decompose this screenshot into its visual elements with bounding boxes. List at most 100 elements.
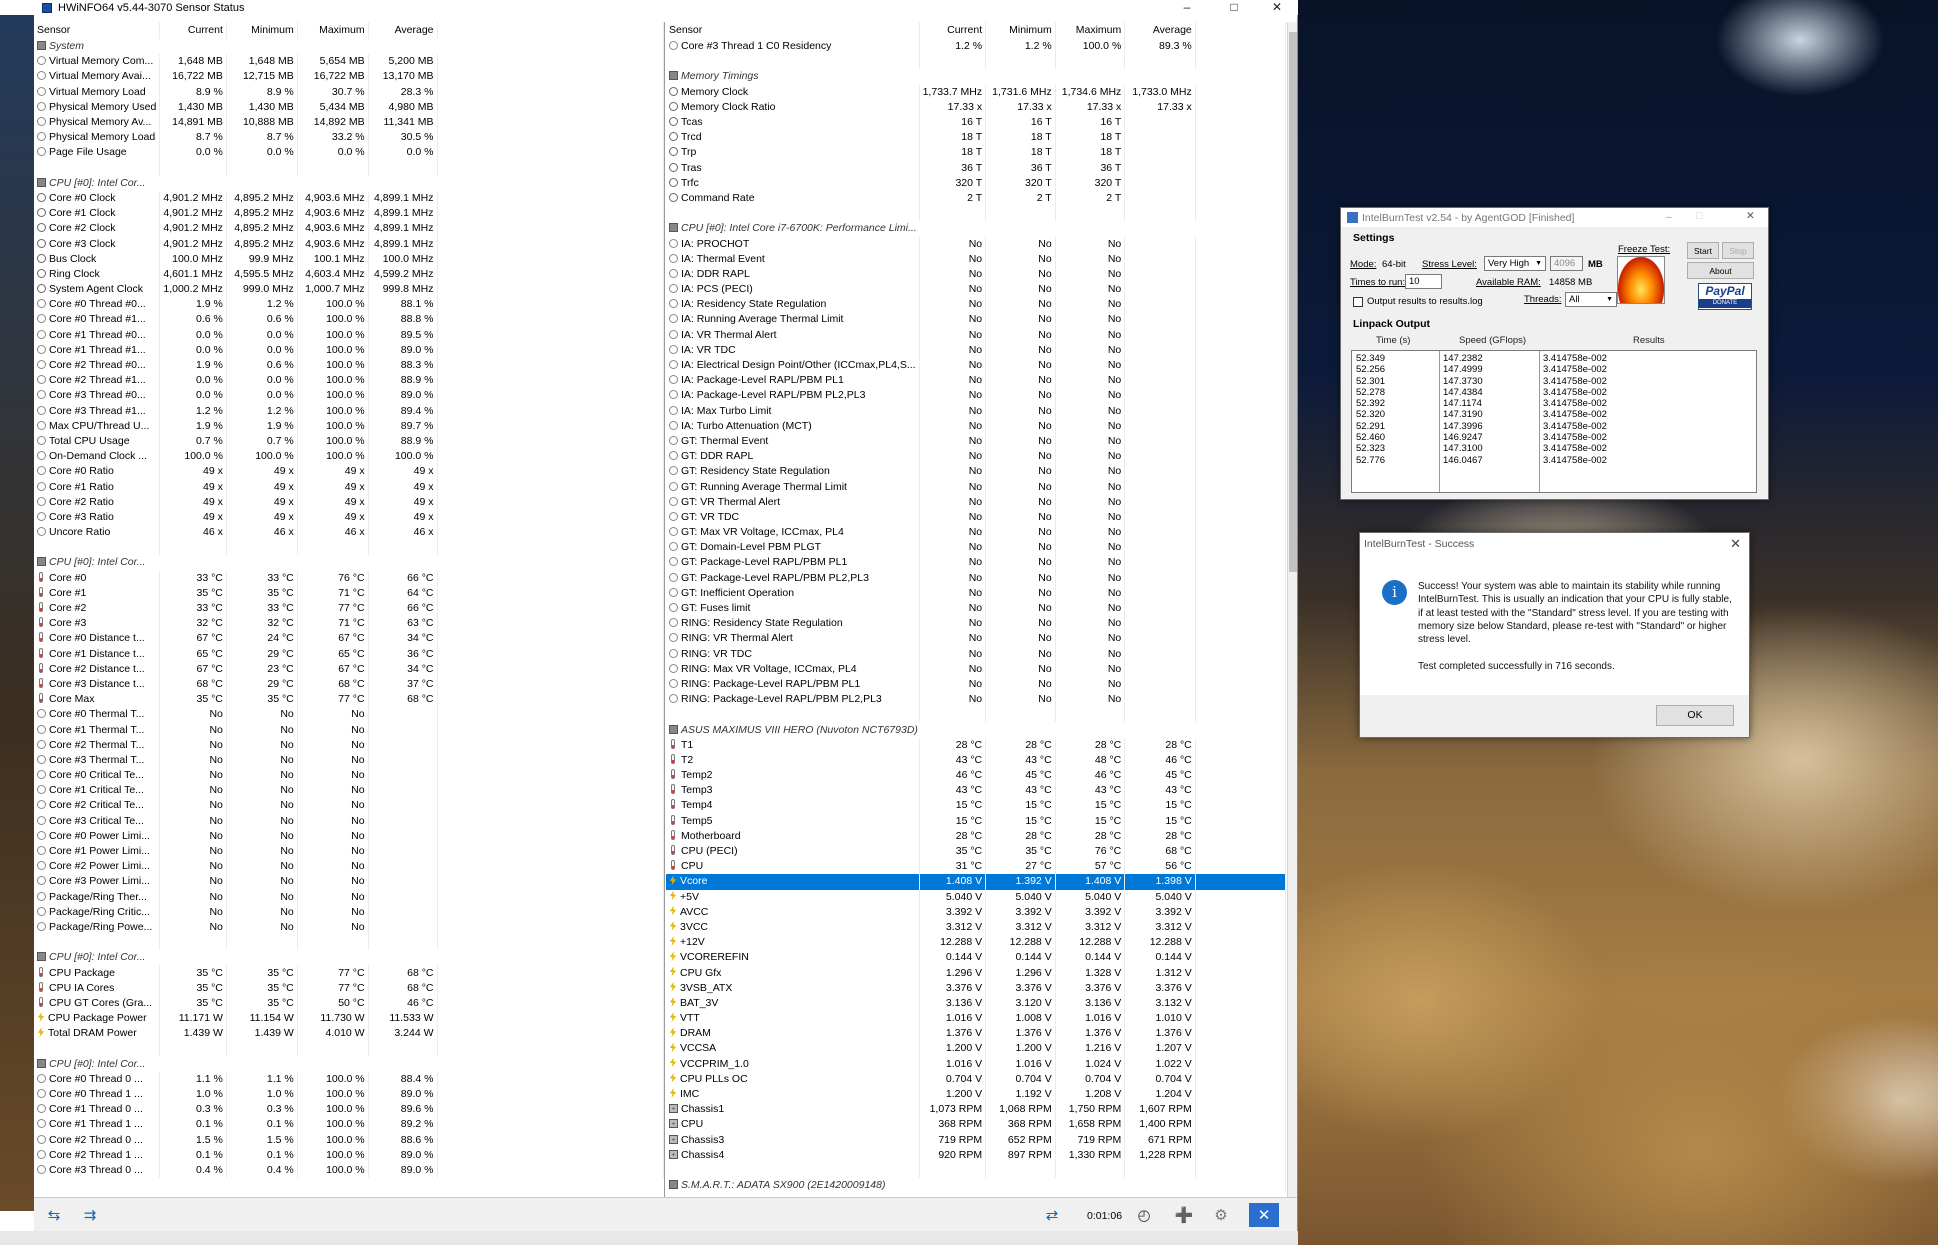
sensor-group-header[interactable]: S.M.A.R.T.: ADATA SX900 (2E1420009148) [666,1178,1286,1194]
sensor-row[interactable]: Temp5 15 °C 15 °C 15 °C 15 °C [666,813,1286,829]
sensor-row[interactable]: Chassis4 920 RPM 897 RPM 1,330 RPM 1,228 RPM [666,1147,1286,1163]
sensor-row[interactable]: Core #2 Thread #0... 1.9 % 0.6 % 100.0 % 88.… [34,357,664,374]
sensor-row[interactable]: Core #1 Distance t... 65 °C 29 °C 65 °C 36 °… [34,646,664,662]
sensor-row[interactable]: Core #0 Ratio 49 x 49 x 49 x 49 x [34,464,664,480]
sensor-row[interactable]: Bus Clock 100.0 MHz 99.9 MHz 100.1 MHz 100.0… [34,251,664,267]
sensor-row[interactable]: Core #3 32 °C 32 °C 71 °C 63 °C [34,616,664,632]
sensor-row[interactable]: IA: Package-Level RAPL/PBM PL2,PL3 No No No [666,388,1286,404]
col-minimum[interactable]: Minimum [226,22,298,39]
col-current[interactable]: Current [159,22,227,39]
sensor-row[interactable]: Core #2 Thermal T... No No No [34,737,664,753]
sensor-row[interactable]: IA: PCS (PECI) No No No [666,282,1286,298]
sensor-row[interactable]: CPU IA Cores 35 °C 35 °C 77 °C 68 °C [34,980,664,996]
sensor-row[interactable]: Ring Clock 4,601.1 MHz 4,595.5 MHz 4,603.4 … [34,266,664,282]
arrows-left-icon[interactable]: ⇆ [39,1203,69,1227]
sensor-row[interactable]: Core #1 Ratio 49 x 49 x 49 x 49 x [34,479,664,495]
sensor-group-header[interactable]: ASUS MAXIMUS VIII HERO (Nuvoton NCT6793D… [666,722,1286,738]
sensor-row[interactable]: Package/Ring Powe... No No No [34,919,664,936]
col-average[interactable]: Average [368,22,438,39]
sensor-row[interactable]: Core #1 Thread #0... 0.0 % 0.0 % 100.0 % 89.… [34,327,664,343]
sensor-row[interactable]: Command Rate 2 T2 T2 T [666,190,1286,207]
sensor-row[interactable]: IA: Max Turbo Limit No No No [666,403,1286,419]
sensor-pane-left[interactable]: Sensor Current Minimum Maximum Average S… [34,22,665,1197]
sensor-row[interactable]: CPU Package Power 11.171 W 11.154 W 11.730 … [34,1011,664,1027]
scroll-thumb[interactable] [1289,32,1297,572]
dialog-close-icon[interactable]: ✕ [1730,536,1741,552]
sensor-row[interactable]: CPU Package 35 °C 35 °C 77 °C 68 °C [34,965,664,981]
paypal-donate-button[interactable]: PayPal DONATE [1698,283,1752,310]
sensor-row[interactable]: Core #3 Thread #1... 1.2 % 1.2 % 100.0 % 89.… [34,403,664,419]
sensor-row[interactable]: GT: Inefficient Operation No No No [666,585,1286,601]
sensor-row[interactable]: T2 43 °C 43 °C 48 °C 46 °C [666,752,1286,768]
sensor-row[interactable]: RING: VR TDC No No No [666,646,1286,662]
sensor-row[interactable]: Core #2 Distance t... 67 °C 23 °C 67 °C 34 °… [34,661,664,677]
col-maximum[interactable]: Maximum [297,22,369,39]
sensor-row[interactable]: GT: VR TDC No No No [666,509,1286,525]
sensor-row[interactable]: GT: Residency State Regulation No No No [666,464,1286,480]
sensor-row[interactable]: Package/Ring Ther... No No No [34,889,664,905]
sensor-row[interactable]: Core #2 Clock 4,901.2 MHz 4,895.2 MHz 4,903… [34,221,664,237]
mb-input[interactable]: 4096 [1550,256,1583,271]
sensor-row[interactable]: Core #3 Distance t... 68 °C 29 °C 68 °C 37 °… [34,676,664,693]
sensor-row[interactable]: Core #2 Critical Te... No No No [34,798,664,814]
sensor-row[interactable]: RING: Package-Level RAPL/PBM PL2,PL3 No No… [666,692,1286,708]
sensor-row[interactable]: Tras 36 T 36 T 36 T [666,160,1286,176]
start-button[interactable]: Start [1687,242,1719,259]
output-checkbox[interactable] [1353,297,1363,307]
add-report-icon[interactable]: ➕ [1169,1203,1199,1227]
sensor-row[interactable]: Core #2 33 °C 33 °C 77 °C 66 °C [34,600,664,617]
sensor-row[interactable]: IA: Turbo Attenuation (MCT) No No No [666,418,1286,434]
sensor-row[interactable]: RING: Residency State Regulation No No No [666,616,1286,632]
sensor-row[interactable]: Core #2 Power Limi... No No No [34,859,664,875]
sensor-row[interactable]: Core #1 Power Limi... No No No [34,843,664,860]
sensor-row[interactable]: Core #0 Power Limi... No No No [34,828,664,844]
sensor-row[interactable]: BAT_3V 3.136 V 3.120 V 3.136 V 3.132 V [666,995,1286,1011]
sensor-row[interactable]: Core #3 Clock 4,901.2 MHz 4,895.2 MHz 4,903… [34,236,664,252]
col-current[interactable]: Current [919,22,987,39]
sensor-row[interactable]: GT: VR Thermal Alert No No No [666,494,1286,510]
sensor-row[interactable]: 3VSB_ATX 3.376 V 3.376 V 3.376 V 3.376 V [666,980,1286,996]
sensor-row[interactable]: Core #1 Clock 4,901.2 MHz 4,895.2 MHz 4,903… [34,206,664,222]
sensor-row[interactable]: Core #3 Critical Te... No No No [34,813,664,829]
sensor-row[interactable]: Max CPU/Thread U... 1.9 % 1.9 % 100.0 % 89.7… [34,418,664,434]
sensor-row[interactable]: Core #2 Thread 0 ... 1.5 % 1.5 % 100.0 % 88.… [34,1132,664,1148]
sensor-row[interactable]: Core #1 35 °C 35 °C 71 °C 64 °C [34,585,664,601]
sensor-row[interactable]: VCOREREFIN 0.144 V 0.144 V 0.144 V 0.144 V [666,950,1286,966]
ibt-minimize-icon[interactable]: – [1666,211,1672,223]
sensor-row[interactable]: GT: Thermal Event No No No [666,433,1286,450]
sensor-row[interactable]: AVCC 3.392 V 3.392 V 3.392 V 3.392 V [666,904,1286,920]
sensor-row[interactable]: Temp3 43 °C 43 °C 43 °C 43 °C [666,783,1286,799]
col-sensor[interactable]: Sensor [34,22,161,39]
sensor-row[interactable]: Core #3 Thread #0... 0.0 % 0.0 % 100.0 % 89.… [34,388,664,404]
sensor-row[interactable]: Core #3 Thermal T... No No No [34,752,664,768]
close-icon[interactable]: ✕ [1257,0,1297,15]
vertical-scrollbar[interactable] [1287,22,1297,1197]
sensor-row[interactable]: Core #2 Thread #1... 0.0 % 0.0 % 100.0 % 88.… [34,373,664,389]
sensor-row[interactable]: Core #0 Clock 4,901.2 MHz 4,895.2 MHz 4,903… [34,190,664,207]
sensor-row[interactable]: Core #0 Thread #0... 1.9 % 1.2 % 100.0 % 88.… [34,297,664,313]
close-sensors-icon[interactable]: ✕ [1249,1203,1279,1227]
sensor-row[interactable]: Temp4 15 °C 15 °C 15 °C 15 °C [666,798,1286,814]
sensor-row[interactable]: Core #0 Thread #1... 0.6 % 0.6 % 100.0 % 88.… [34,312,664,328]
sensor-row[interactable]: Core #0 Critical Te... No No No [34,768,664,784]
maximize-icon[interactable]: □ [1214,0,1254,15]
hwinfo-titlebar[interactable]: HWiNFO64 v5.44-3070 Sensor Status – □ ✕ [0,0,1298,15]
sensor-group-header[interactable]: CPU [#0]: Intel Core i7-6700K: Performan… [666,221,1286,237]
sensor-row[interactable]: CPU 31 °C 27 °C 57 °C 56 °C [666,859,1286,875]
about-button[interactable]: About [1687,262,1754,279]
sensor-row[interactable]: IA: VR TDC No No No [666,342,1286,358]
ibt-titlebar[interactable]: IntelBurnTest v2.54 - by AgentGOD [Finis… [1341,208,1768,227]
stop-button[interactable]: Stop [1722,242,1754,259]
col-average[interactable]: Average [1124,22,1196,39]
threads-select[interactable]: All ▼ [1565,292,1617,307]
sensor-row[interactable]: Page File Usage 0.0 % 0.0 % 0.0 % 0.0 % [34,145,664,161]
sensor-row[interactable]: IA: PROCHOT No No No [666,236,1286,252]
sensor-row[interactable]: Core #1 Thermal T... No No No [34,722,664,738]
col-minimum[interactable]: Minimum [985,22,1056,39]
sensor-row[interactable]: RING: Max VR Voltage, ICCmax, PL4 No No No [666,661,1286,677]
sensor-group-header[interactable]: CPU [#0]: Intel Cor... [34,175,664,191]
sensor-row[interactable]: T1 28 °C 28 °C 28 °C 28 °C [666,737,1286,753]
network-icon[interactable]: ⇄ [1037,1203,1067,1227]
sensor-row[interactable]: Physical Memory Used 1,430 MB 1,430 MB 5,43… [34,99,664,115]
sensor-row[interactable]: Core #0 33 °C 33 °C 76 °C 66 °C [34,570,664,586]
